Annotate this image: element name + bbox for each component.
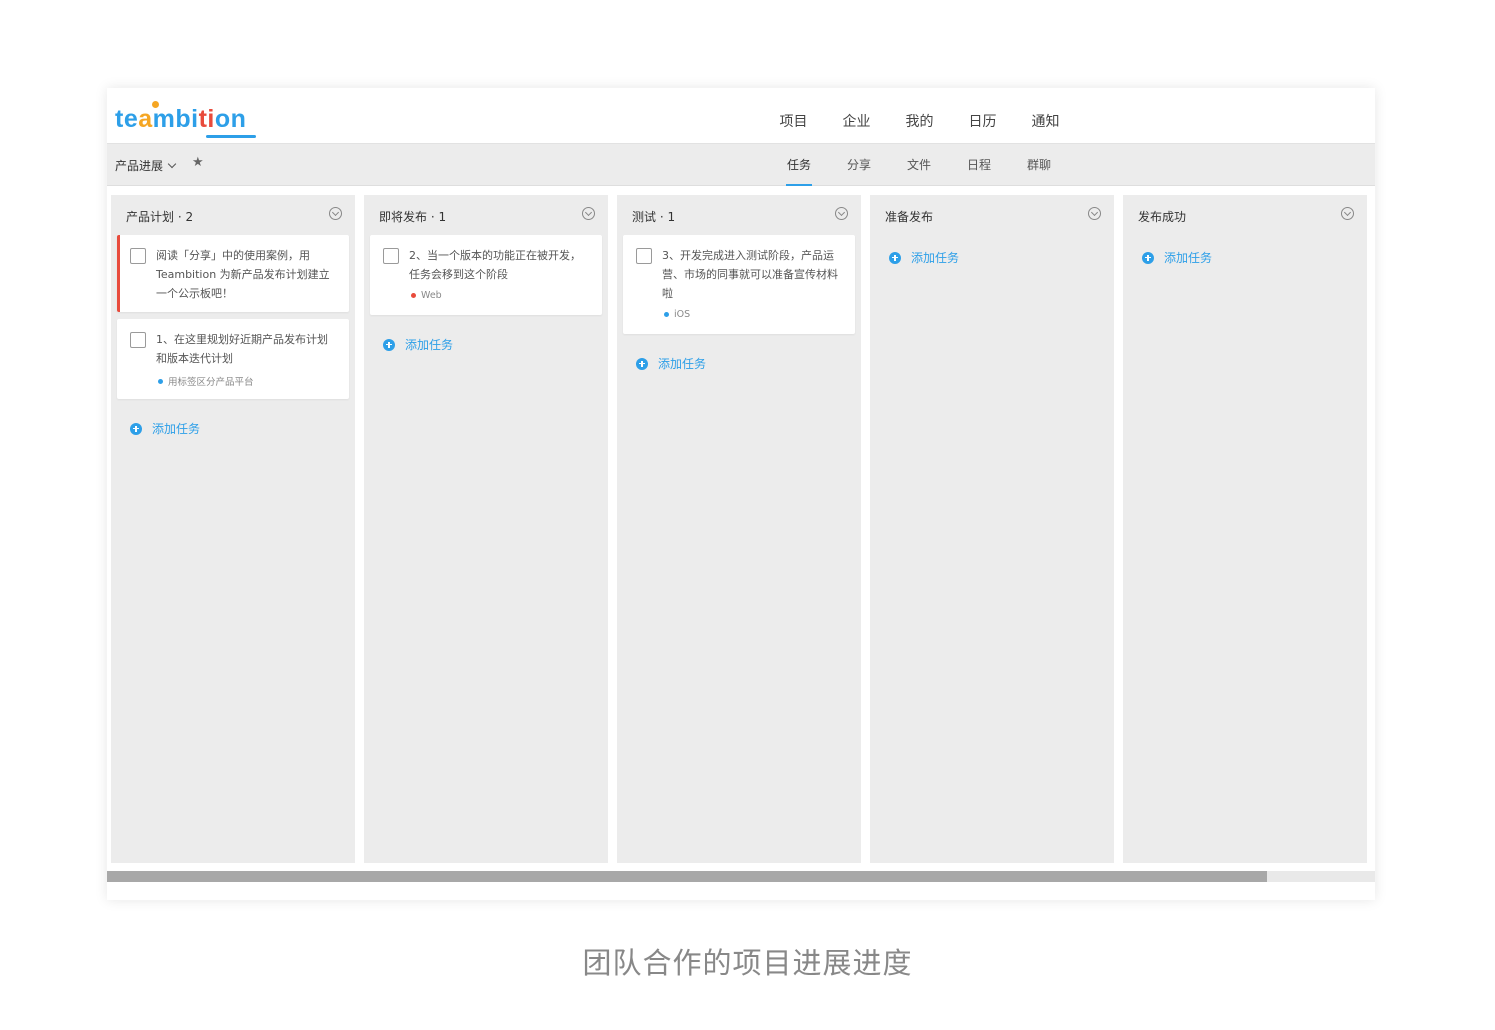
app-window: teambition 项目 企业 我的 日历 通知 产品进展 ★ 任务 分享 文… <box>107 88 1375 900</box>
horizontal-scrollbar[interactable] <box>107 871 1375 882</box>
tab-group-chat[interactable]: 群聊 <box>1009 144 1069 186</box>
add-task-label: 添加任务 <box>152 422 201 436</box>
stage-menu-icon[interactable] <box>835 207 848 220</box>
stage-title: 准备发布 <box>885 210 934 224</box>
task-tag: iOS <box>664 309 690 320</box>
teambition-logo[interactable]: teambition <box>115 101 256 139</box>
task-card[interactable]: 3、开发完成进入测试阶段，产品运营、市场的同事就可以准备宣传材料啦 iOS <box>623 235 855 334</box>
task-tag-label: 用标签区分产品平台 <box>168 377 254 388</box>
stage-title: 发布成功 <box>1138 210 1187 224</box>
image-caption: 团队合作的项目进展进度 <box>582 946 913 980</box>
star-icon[interactable]: ★ <box>192 155 204 170</box>
task-checkbox[interactable] <box>130 332 146 348</box>
add-circle-icon <box>383 338 395 351</box>
task-tag: Web <box>411 290 442 301</box>
project-name: 产品进展 <box>115 159 164 173</box>
logo-part-1: te <box>115 105 139 133</box>
add-circle-icon <box>636 357 648 370</box>
logo-part-3: mbi <box>152 105 199 133</box>
chevron-down-icon <box>167 159 177 169</box>
nav-item-notifications[interactable]: 通知 <box>1014 88 1077 144</box>
nav-item-calendar[interactable]: 日历 <box>951 88 1014 144</box>
nav-item-projects[interactable]: 项目 <box>762 88 825 144</box>
logo-part-2: a <box>138 105 153 133</box>
task-card[interactable]: 阅读「分享」中的使用案例，用 Teambition 为新产品发布计划建立一个公示… <box>117 235 349 312</box>
add-circle-icon <box>1142 251 1154 264</box>
stage-column: 发布成功 添加任务 <box>1123 195 1367 863</box>
logo-part-4: ti <box>198 105 215 133</box>
stage-menu-icon[interactable] <box>1341 207 1354 220</box>
scrollbar-thumb[interactable] <box>107 871 1268 882</box>
logo-underline <box>206 135 256 138</box>
task-content: 3、开发完成进入测试阶段，产品运营、市场的同事就可以准备宣传材料啦 <box>662 249 838 300</box>
task-card[interactable]: 1、在这里规划好近期产品发布计划和版本迭代计划 用标签区分产品平台 <box>117 319 349 399</box>
stage-title: 产品计划 · 2 <box>126 210 194 224</box>
add-task-button[interactable]: 添加任务 <box>130 420 200 437</box>
stage-menu-icon[interactable] <box>582 207 595 220</box>
task-tag-label: iOS <box>674 309 691 320</box>
top-navbar: teambition 项目 企业 我的 日历 通知 <box>107 88 1375 144</box>
task-tag-label: Web <box>421 290 442 301</box>
task-checkbox[interactable] <box>636 248 652 264</box>
stage-column: 产品计划 · 2 阅读「分享」中的使用案例，用 Teambition 为新产品发… <box>111 195 355 863</box>
tag-dot-icon <box>158 378 163 384</box>
stage-column: 测试 · 1 3、开发完成进入测试阶段，产品运营、市场的同事就可以准备宣传材料啦… <box>617 195 861 863</box>
add-circle-icon <box>130 422 142 435</box>
add-task-label: 添加任务 <box>658 357 707 371</box>
add-task-button[interactable]: 添加任务 <box>636 355 706 372</box>
stage-title: 即将发布 · 1 <box>379 210 447 224</box>
logo-part-5: on <box>214 105 247 133</box>
tab-tasks[interactable]: 任务 <box>769 144 829 186</box>
add-task-label: 添加任务 <box>405 338 454 352</box>
project-switcher[interactable]: 产品进展 <box>115 157 177 174</box>
task-tag: 用标签区分产品平台 <box>158 374 254 388</box>
task-card[interactable]: 2、当一个版本的功能正在被开发，任务会移到这个阶段 Web <box>370 235 602 315</box>
tag-dot-icon <box>411 293 416 298</box>
stage-column: 准备发布 添加任务 <box>870 195 1114 863</box>
project-tabs: 任务 分享 文件 日程 群聊 <box>769 144 1069 186</box>
add-task-button[interactable]: 添加任务 <box>1142 249 1212 266</box>
add-task-label: 添加任务 <box>911 251 960 265</box>
project-toolbar: 产品进展 ★ 任务 分享 文件 日程 群聊 <box>107 144 1375 186</box>
add-task-button[interactable]: 添加任务 <box>383 336 453 353</box>
tab-schedule[interactable]: 日程 <box>949 144 1009 186</box>
logo-spark-icon <box>152 101 159 108</box>
tag-dot-icon <box>664 312 669 317</box>
tab-files[interactable]: 文件 <box>889 144 949 186</box>
add-task-button[interactable]: 添加任务 <box>889 249 959 266</box>
task-content: 阅读「分享」中的使用案例，用 Teambition 为新产品发布计划建立一个公示… <box>156 249 330 300</box>
stage-menu-icon[interactable] <box>1088 207 1101 220</box>
add-task-label: 添加任务 <box>1164 251 1213 265</box>
add-circle-icon <box>889 251 901 264</box>
stage-title: 测试 · 1 <box>632 210 676 224</box>
nav-item-mine[interactable]: 我的 <box>888 88 951 144</box>
task-checkbox[interactable] <box>383 248 399 264</box>
task-checkbox[interactable] <box>130 248 146 264</box>
tab-share[interactable]: 分享 <box>829 144 889 186</box>
task-content: 2、当一个版本的功能正在被开发，任务会移到这个阶段 <box>409 249 581 281</box>
task-content: 1、在这里规划好近期产品发布计划和版本迭代计划 <box>156 333 328 365</box>
stage-menu-icon[interactable] <box>329 207 342 220</box>
stage-column: 即将发布 · 1 2、当一个版本的功能正在被开发，任务会移到这个阶段 Web 添… <box>364 195 608 863</box>
main-nav: 项目 企业 我的 日历 通知 <box>762 88 1077 144</box>
kanban-board: 产品计划 · 2 阅读「分享」中的使用案例，用 Teambition 为新产品发… <box>111 195 1371 863</box>
nav-item-enterprise[interactable]: 企业 <box>825 88 888 144</box>
